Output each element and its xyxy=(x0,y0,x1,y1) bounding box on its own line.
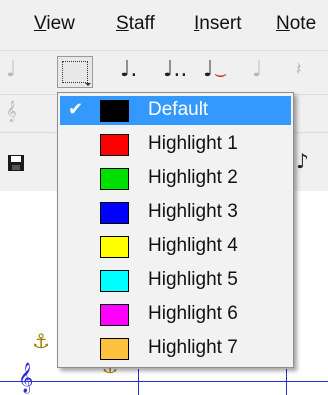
color-swatch xyxy=(100,270,129,292)
menu-view[interactable]: View xyxy=(34,13,75,35)
staff-line xyxy=(0,381,328,382)
color-preview xyxy=(62,61,88,83)
note-toolbar: ♩ ♩. ♩.. ♩ ⌣ ♩ 𝄽 xyxy=(0,50,328,95)
menu-item-default[interactable]: ✔ Default xyxy=(60,96,291,125)
menu-item-highlight-2[interactable]: Highlight 2 xyxy=(60,164,291,193)
chevron-down-icon xyxy=(85,83,91,86)
anchor-icon[interactable]: ⚓ xyxy=(32,329,50,353)
color-swatch xyxy=(100,134,129,156)
clef-icon[interactable]: 𝄞 xyxy=(6,101,17,122)
tie-note-icon[interactable]: ♩ xyxy=(203,57,213,82)
menu-note[interactable]: Note xyxy=(276,13,316,35)
barline xyxy=(138,369,139,395)
menu-item-highlight-7[interactable]: Highlight 7 xyxy=(60,334,291,363)
menu-item-highlight-1[interactable]: Highlight 1 xyxy=(60,130,291,159)
quarter-note-icon[interactable]: ♩ xyxy=(6,57,16,82)
dotted-note-icon[interactable]: ♩. xyxy=(120,57,137,82)
color-swatch xyxy=(100,168,129,190)
barline xyxy=(286,369,287,395)
menu-bar: View Staff Insert Note xyxy=(0,0,328,50)
engraving-icon[interactable]: ♪ xyxy=(296,149,309,173)
menu-item-highlight-5[interactable]: Highlight 5 xyxy=(60,266,291,295)
highlight-color-button[interactable] xyxy=(57,56,93,88)
color-swatch xyxy=(100,236,129,258)
color-swatch xyxy=(100,100,129,122)
menu-item-highlight-4[interactable]: Highlight 4 xyxy=(60,232,291,261)
grace-note-icon[interactable]: ♩ xyxy=(252,57,262,82)
color-swatch xyxy=(100,202,129,224)
menu-item-highlight-6[interactable]: Highlight 6 xyxy=(60,300,291,329)
save-icon[interactable] xyxy=(8,155,24,171)
tie-arc-icon: ⌣ xyxy=(214,61,228,85)
highlight-color-menu: ✔ Default Highlight 1 Highlight 2 Highli… xyxy=(57,92,294,368)
color-swatch xyxy=(100,338,129,360)
menu-item-highlight-3[interactable]: Highlight 3 xyxy=(60,198,291,227)
menu-staff[interactable]: Staff xyxy=(116,13,155,35)
check-icon: ✔ xyxy=(68,99,84,120)
color-swatch xyxy=(100,304,129,326)
double-dotted-note-icon[interactable]: ♩.. xyxy=(163,57,187,82)
menu-insert[interactable]: Insert xyxy=(194,13,242,35)
rest-icon[interactable]: 𝄽 xyxy=(296,59,302,80)
treble-clef-icon: 𝄞 xyxy=(18,363,34,393)
